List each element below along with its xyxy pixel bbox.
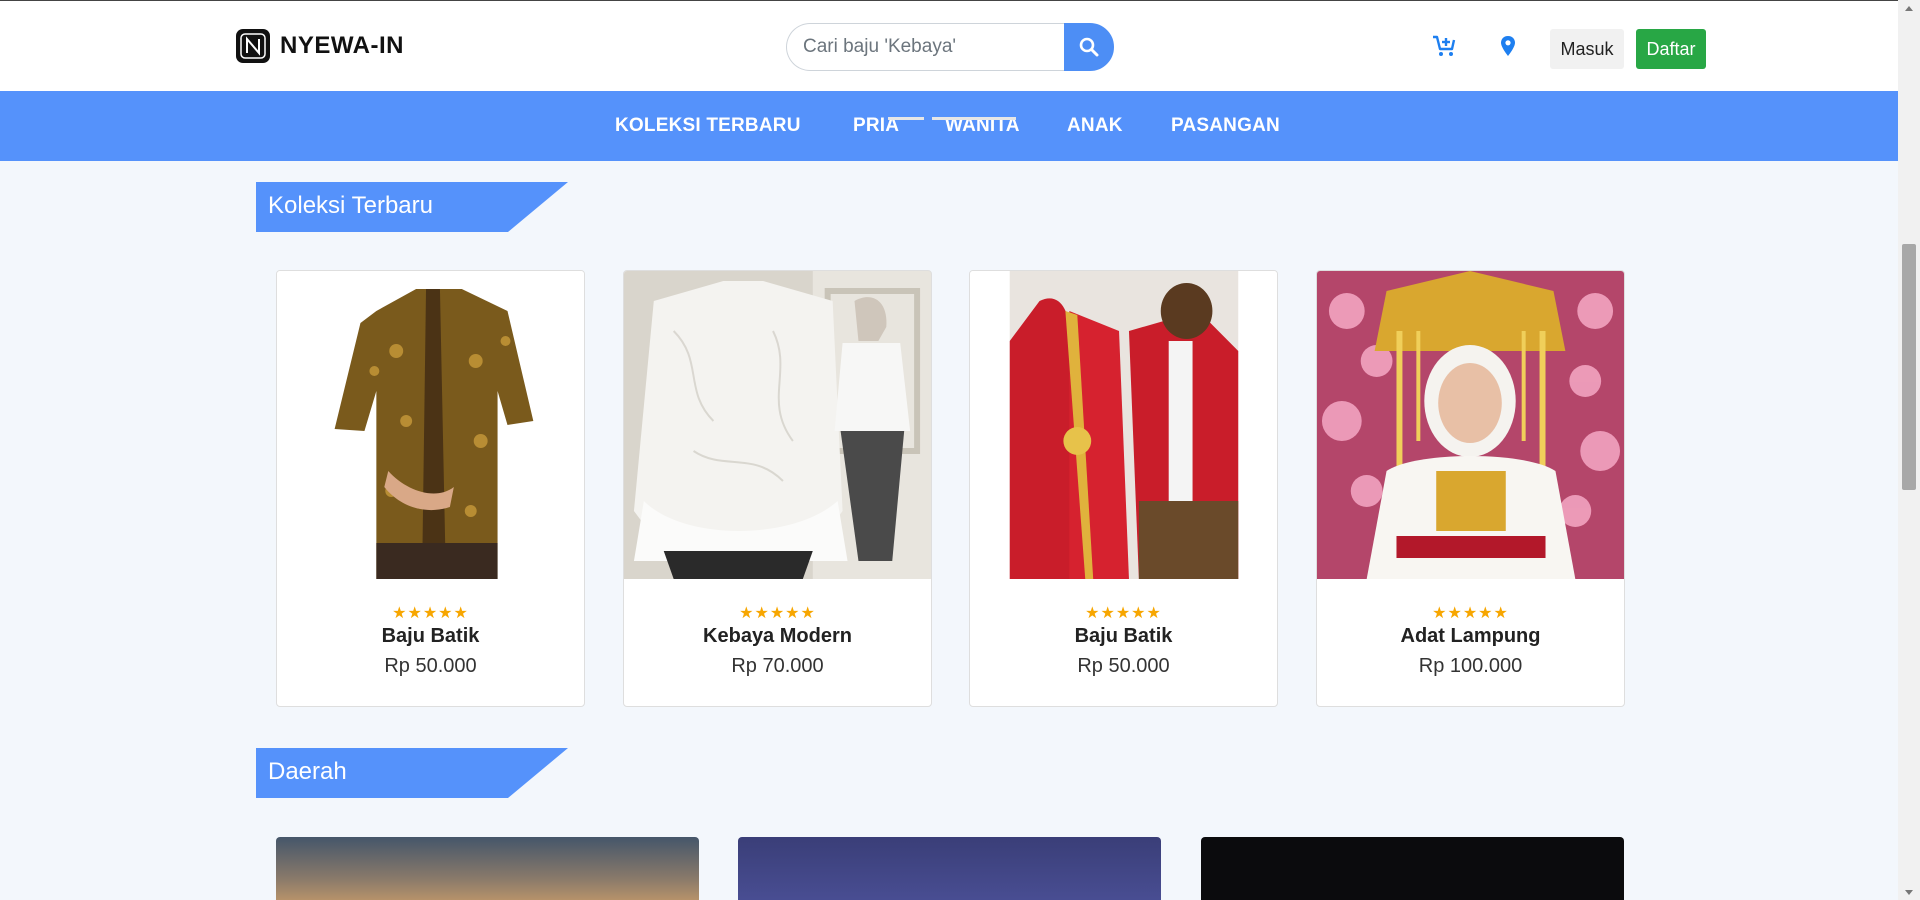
nav-hover-indicator (888, 117, 924, 120)
brand-logo-icon (236, 29, 270, 63)
page-scrollbar[interactable] (1898, 0, 1920, 900)
scroll-thumb[interactable] (1902, 244, 1916, 490)
brand-name: NYEWA-IN (280, 32, 404, 59)
region-tile[interactable] (738, 837, 1161, 900)
login-button[interactable]: Masuk (1550, 29, 1624, 69)
rating-stars: ★★★★★ (392, 605, 469, 622)
map-marker-icon[interactable] (1495, 33, 1521, 59)
search-icon (1079, 37, 1099, 57)
brand-logo[interactable]: NYEWA-IN (236, 29, 404, 63)
product-name: Kebaya Modern (703, 625, 852, 647)
product-price: Rp 70.000 (731, 655, 824, 677)
rating-stars: ★★★★★ (1085, 605, 1162, 622)
cart-plus-icon[interactable] (1431, 33, 1457, 59)
nav-item-koleksi-terbaru[interactable]: KOLEKSI TERBARU (615, 115, 801, 137)
region-tile[interactable] (1201, 837, 1624, 900)
top-header: NYEWA-IN Masuk Daftar (0, 0, 1898, 91)
product-name: Baju Batik (1074, 625, 1173, 647)
rating-stars: ★★★★★ (739, 605, 816, 622)
region-tile[interactable] (276, 837, 699, 900)
product-card[interactable]: ★★★★★ Baju Batik Rp 50.000 (969, 270, 1278, 707)
product-price: Rp 100.000 (1418, 655, 1523, 677)
category-nav: KOLEKSI TERBARU PRIA WANITA ANAK PASANGA… (0, 91, 1898, 161)
product-image-adat-lampung (1317, 271, 1624, 579)
scroll-up-arrow-icon[interactable] (1898, 0, 1920, 16)
register-button[interactable]: Daftar (1636, 29, 1706, 69)
rating-stars: ★★★★★ (1432, 605, 1509, 622)
search-bar (786, 23, 1114, 71)
search-button[interactable] (1064, 23, 1114, 71)
nav-item-anak[interactable]: ANAK (1067, 115, 1123, 137)
product-price: Rp 50.000 (384, 655, 477, 677)
product-name: Baju Batik (381, 625, 480, 647)
product-card[interactable]: ★★★★★ Baju Batik Rp 50.000 (276, 270, 585, 707)
nav-item-pasangan[interactable]: PASANGAN (1171, 115, 1280, 137)
product-image-batik-shirt (277, 271, 584, 579)
scroll-down-arrow-icon[interactable] (1898, 884, 1920, 900)
product-image-red-batik (970, 271, 1277, 579)
section-title-latest-text: Koleksi Terbaru (268, 192, 433, 219)
product-image-kebaya (624, 271, 931, 579)
product-price: Rp 50.000 (1077, 655, 1170, 677)
product-name: Adat Lampung (1400, 625, 1541, 647)
section-title-region-text: Daerah (268, 758, 347, 785)
nav-hover-indicator (932, 117, 1016, 120)
search-input[interactable] (786, 23, 1064, 71)
product-card[interactable]: ★★★★★ Adat Lampung Rp 100.000 (1316, 270, 1625, 707)
product-card[interactable]: ★★★★★ Kebaya Modern Rp 70.000 (623, 270, 932, 707)
section-title-region: Daerah (256, 748, 568, 798)
section-title-latest: Koleksi Terbaru (256, 182, 568, 232)
